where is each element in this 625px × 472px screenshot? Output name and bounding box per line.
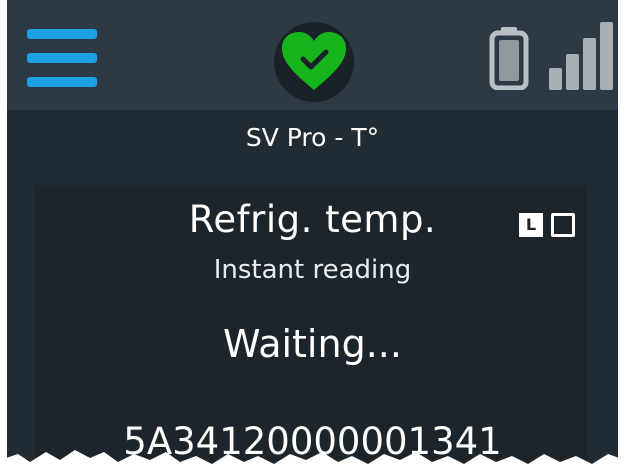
hamburger-menu-icon-line: [27, 77, 97, 87]
mode-box-icon: [551, 213, 575, 237]
device-name: SV Pro - T°: [245, 123, 380, 152]
mode-l-icon: L: [519, 213, 543, 237]
hamburger-menu-icon-line: [27, 53, 97, 63]
reading-subtitle: Instant reading: [213, 255, 412, 285]
battery-icon: [489, 27, 529, 90]
connection-status: [274, 22, 354, 102]
menu-button[interactable]: [27, 25, 99, 89]
reading-status: Waiting...: [223, 322, 402, 366]
top-bar: [7, 0, 618, 110]
torn-edge: [0, 450, 625, 472]
heart-check-icon: [282, 32, 346, 90]
hamburger-menu-icon-line: [27, 29, 97, 39]
device-screen: SV Pro - T° Refrig. temp. L Instant read…: [7, 0, 618, 472]
signal-bars-icon: [549, 22, 613, 90]
reading-mode-toggle[interactable]: L: [519, 213, 587, 241]
